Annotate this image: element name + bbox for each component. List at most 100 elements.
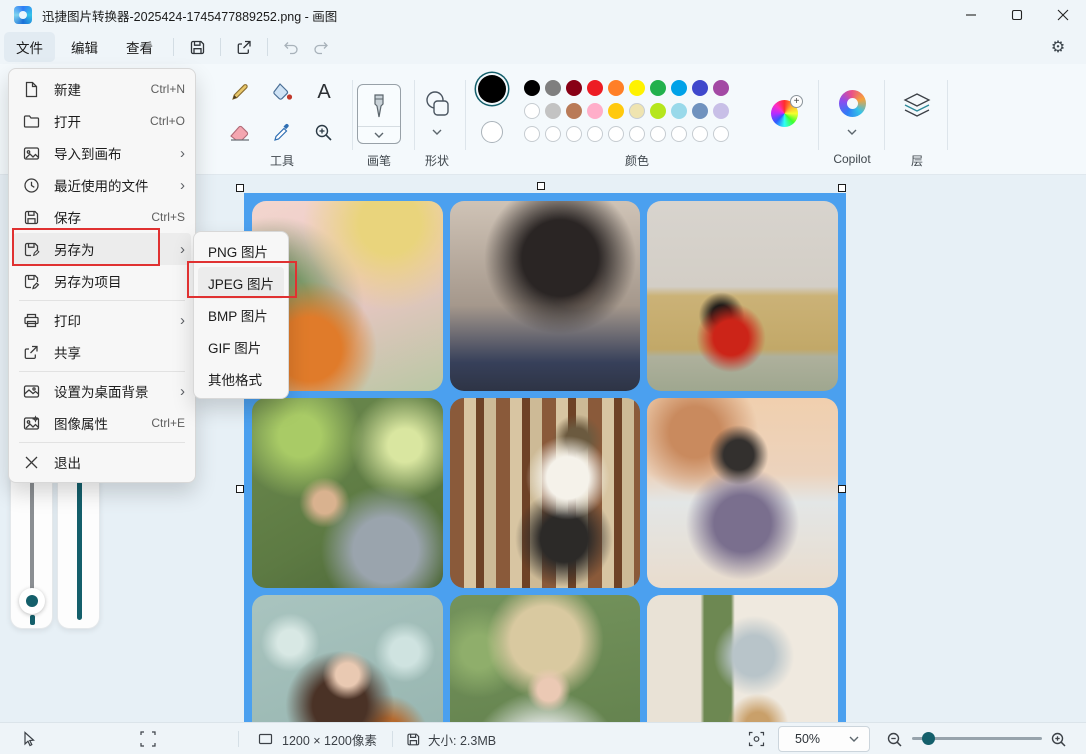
color-swatch[interactable] bbox=[691, 102, 708, 119]
color-swatch-empty[interactable] bbox=[565, 125, 582, 142]
size-slider-thumb[interactable] bbox=[19, 588, 45, 614]
photo-tile-8 bbox=[449, 595, 641, 722]
text-tool-button[interactable]: A bbox=[308, 76, 340, 108]
menu-file[interactable]: 文件 bbox=[4, 32, 55, 62]
chevron-down-icon bbox=[847, 122, 857, 140]
menubar: 文件 编辑 查看 ⚙ bbox=[0, 30, 1086, 64]
canvas-surface[interactable] bbox=[244, 193, 846, 722]
submenu-item-other[interactable]: 其他格式 bbox=[194, 363, 288, 395]
minimize-button[interactable] bbox=[948, 0, 994, 30]
file-menu: 新建 Ctrl+N 打开 Ctrl+O 导入到画布 › 最近使用的文件 › 保存… bbox=[8, 68, 196, 483]
color-swatch[interactable] bbox=[586, 79, 603, 96]
menu-item-set-wallpaper[interactable]: 设置为桌面背景 › bbox=[9, 375, 195, 407]
color-swatch-empty[interactable] bbox=[544, 125, 561, 142]
pencil-tool-button[interactable] bbox=[224, 76, 256, 108]
color-swatch-empty[interactable] bbox=[523, 125, 540, 142]
menu-item-recent[interactable]: 最近使用的文件 › bbox=[9, 169, 195, 201]
color-swatch[interactable] bbox=[586, 102, 603, 119]
share-button[interactable] bbox=[229, 33, 259, 61]
color-swatch-empty[interactable] bbox=[607, 125, 624, 142]
zoom-out-button[interactable] bbox=[886, 723, 903, 754]
annotation-box-jpeg bbox=[187, 261, 297, 298]
color-swatch[interactable] bbox=[565, 79, 582, 96]
close-button[interactable] bbox=[1040, 0, 1086, 30]
primary-color-swatch[interactable] bbox=[478, 75, 506, 103]
color-swatch-empty[interactable] bbox=[712, 125, 729, 142]
zoom-slider-thumb[interactable] bbox=[922, 732, 935, 745]
color-swatch-empty[interactable] bbox=[649, 125, 666, 142]
eyedropper-tool-button[interactable] bbox=[266, 117, 298, 149]
layers-button[interactable] bbox=[902, 92, 932, 125]
eraser-icon bbox=[230, 125, 249, 141]
menu-item-new[interactable]: 新建 Ctrl+N bbox=[9, 73, 195, 105]
color-swatch[interactable] bbox=[649, 79, 666, 96]
resize-handle-top-right[interactable] bbox=[838, 184, 846, 192]
color-swatch[interactable] bbox=[712, 79, 729, 96]
menu-edit[interactable]: 编辑 bbox=[59, 32, 110, 62]
annotation-box-save-as bbox=[12, 228, 160, 266]
eraser-tool-button[interactable] bbox=[224, 117, 256, 149]
color-swatch-empty[interactable] bbox=[691, 125, 708, 142]
divider bbox=[267, 38, 268, 56]
file-size-text: 大小: 2.3MB bbox=[428, 733, 497, 748]
color-swatch[interactable] bbox=[607, 102, 624, 119]
undo-button[interactable] bbox=[276, 33, 306, 61]
divider bbox=[884, 80, 885, 150]
color-swatch[interactable] bbox=[628, 102, 645, 119]
edit-colors-button[interactable]: + bbox=[771, 95, 803, 127]
color-swatch[interactable] bbox=[544, 102, 561, 119]
color-swatch[interactable] bbox=[544, 79, 561, 96]
submenu-item-bmp[interactable]: BMP 图片 bbox=[194, 299, 288, 331]
import-image-icon bbox=[23, 145, 40, 162]
photo-tile-9 bbox=[647, 595, 838, 722]
menu-item-exit[interactable]: 退出 bbox=[9, 446, 195, 478]
brush-icon bbox=[358, 85, 400, 127]
menu-item-open[interactable]: 打开 Ctrl+O bbox=[9, 105, 195, 137]
resize-handle-middle-left[interactable] bbox=[236, 485, 244, 493]
color-swatch[interactable] bbox=[712, 102, 729, 119]
fit-screen-icon bbox=[748, 731, 765, 747]
menu-item-share[interactable]: 共享 bbox=[9, 336, 195, 368]
window-title: 迅捷图片转换器-2025424-1745477889252.png - 画图 bbox=[42, 9, 338, 24]
brushes-button[interactable] bbox=[357, 84, 401, 144]
color-swatch[interactable] bbox=[691, 79, 708, 96]
opacity-slider-panel bbox=[57, 463, 100, 629]
menu-item-print[interactable]: 打印 › bbox=[9, 304, 195, 336]
divider bbox=[947, 80, 948, 150]
secondary-color-swatch[interactable] bbox=[481, 121, 503, 143]
color-swatch-empty[interactable] bbox=[670, 125, 687, 142]
color-swatch[interactable] bbox=[670, 102, 687, 119]
color-swatch-empty[interactable] bbox=[628, 125, 645, 142]
selection-icon bbox=[140, 731, 156, 747]
menu-item-image-properties[interactable]: 图像属性 Ctrl+E bbox=[9, 407, 195, 439]
color-swatch[interactable] bbox=[649, 102, 666, 119]
redo-button[interactable] bbox=[306, 33, 336, 61]
color-swatch-empty[interactable] bbox=[586, 125, 603, 142]
opacity-slider-track[interactable] bbox=[77, 474, 82, 620]
color-swatch[interactable] bbox=[565, 102, 582, 119]
fill-tool-button[interactable] bbox=[266, 76, 298, 108]
color-swatch[interactable] bbox=[670, 79, 687, 96]
shapes-button[interactable] bbox=[420, 88, 454, 120]
submenu-item-gif[interactable]: GIF 图片 bbox=[194, 331, 288, 363]
color-swatch[interactable] bbox=[523, 102, 540, 119]
magnifier-tool-button[interactable] bbox=[308, 117, 340, 149]
menu-item-import[interactable]: 导入到画布 › bbox=[9, 137, 195, 169]
resize-handle-middle-right[interactable] bbox=[838, 485, 846, 493]
maximize-button[interactable] bbox=[994, 0, 1040, 30]
resize-handle-top-center[interactable] bbox=[537, 182, 545, 190]
settings-button[interactable]: ⚙ bbox=[1044, 34, 1072, 60]
copilot-button[interactable] bbox=[839, 90, 866, 117]
menu-view[interactable]: 查看 bbox=[114, 32, 165, 62]
resize-handle-top-left[interactable] bbox=[236, 184, 244, 192]
color-swatch[interactable] bbox=[523, 79, 540, 96]
save-button[interactable] bbox=[182, 33, 212, 61]
zoom-in-button[interactable] bbox=[1050, 723, 1067, 754]
shapes-label: 形状 bbox=[424, 154, 449, 168]
menu-item-save-as-project[interactable]: 另存为项目 bbox=[9, 265, 195, 297]
color-swatch[interactable] bbox=[607, 79, 624, 96]
color-swatch[interactable] bbox=[628, 79, 645, 96]
zoom-dropdown[interactable]: 50% bbox=[778, 726, 870, 752]
minimize-icon bbox=[966, 14, 976, 16]
fit-to-screen-button[interactable] bbox=[748, 723, 765, 754]
